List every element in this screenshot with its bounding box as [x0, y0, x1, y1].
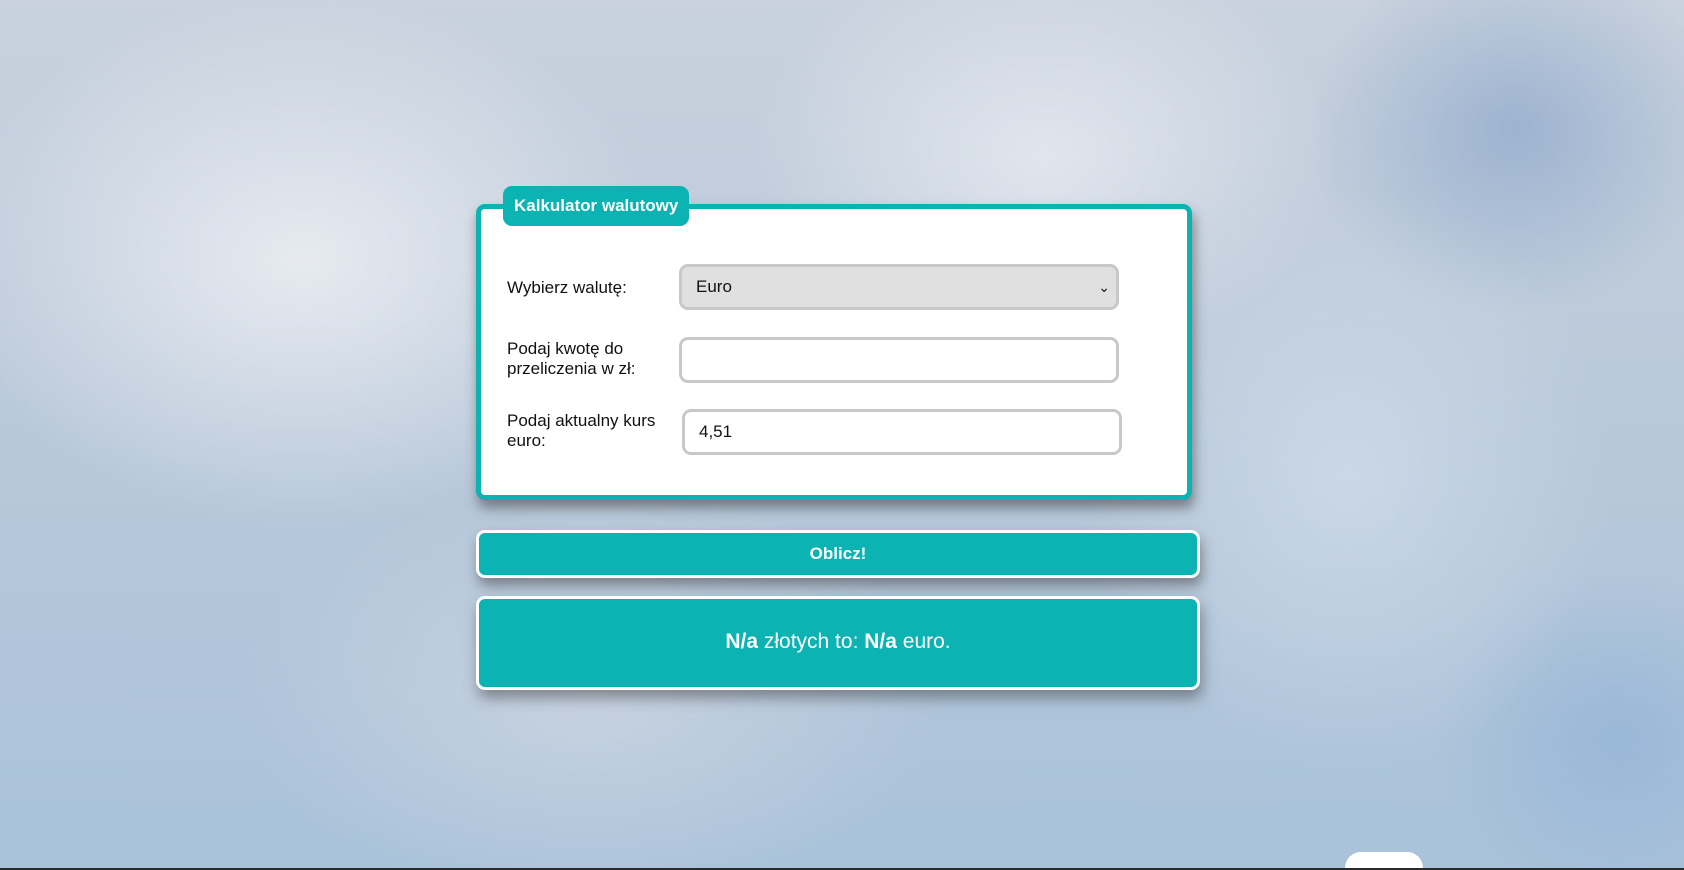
calculator-legend: Kalkulator walutowy: [503, 186, 690, 226]
cloud-decoration: [1345, 852, 1423, 868]
amount-input[interactable]: [679, 337, 1119, 383]
result-pln-value: N/a: [725, 630, 759, 653]
calculator-panel: Wybierz walutę: Euro ⌄ Podaj kwotę do pr…: [476, 204, 1192, 500]
calculate-button[interactable]: Oblicz!: [476, 530, 1200, 578]
chevron-down-icon: ⌄: [1098, 279, 1110, 295]
rate-label: Podaj aktualny kurs euro:: [507, 411, 656, 450]
currency-select[interactable]: Euro ⌄: [679, 264, 1119, 310]
amount-row: Podaj kwotę do przeliczenia w zł:: [507, 337, 1147, 387]
rate-input[interactable]: 4,51: [682, 409, 1122, 455]
amount-label: Podaj kwotę do przeliczenia w zł:: [507, 339, 636, 378]
currency-label: Wybierz walutę:: [507, 278, 627, 297]
currency-row: Wybierz walutę: Euro ⌄: [507, 264, 1147, 314]
result-currency-suffix: euro.: [896, 630, 951, 653]
result-middle-text: złotych to:: [758, 630, 865, 653]
result-panel: N/a złotych to: N/a euro.: [476, 596, 1200, 690]
currency-select-value: Euro: [696, 277, 732, 296]
result-converted-value: N/a: [864, 630, 897, 653]
rate-row: Podaj aktualny kurs euro: 4,51: [507, 409, 1147, 459]
